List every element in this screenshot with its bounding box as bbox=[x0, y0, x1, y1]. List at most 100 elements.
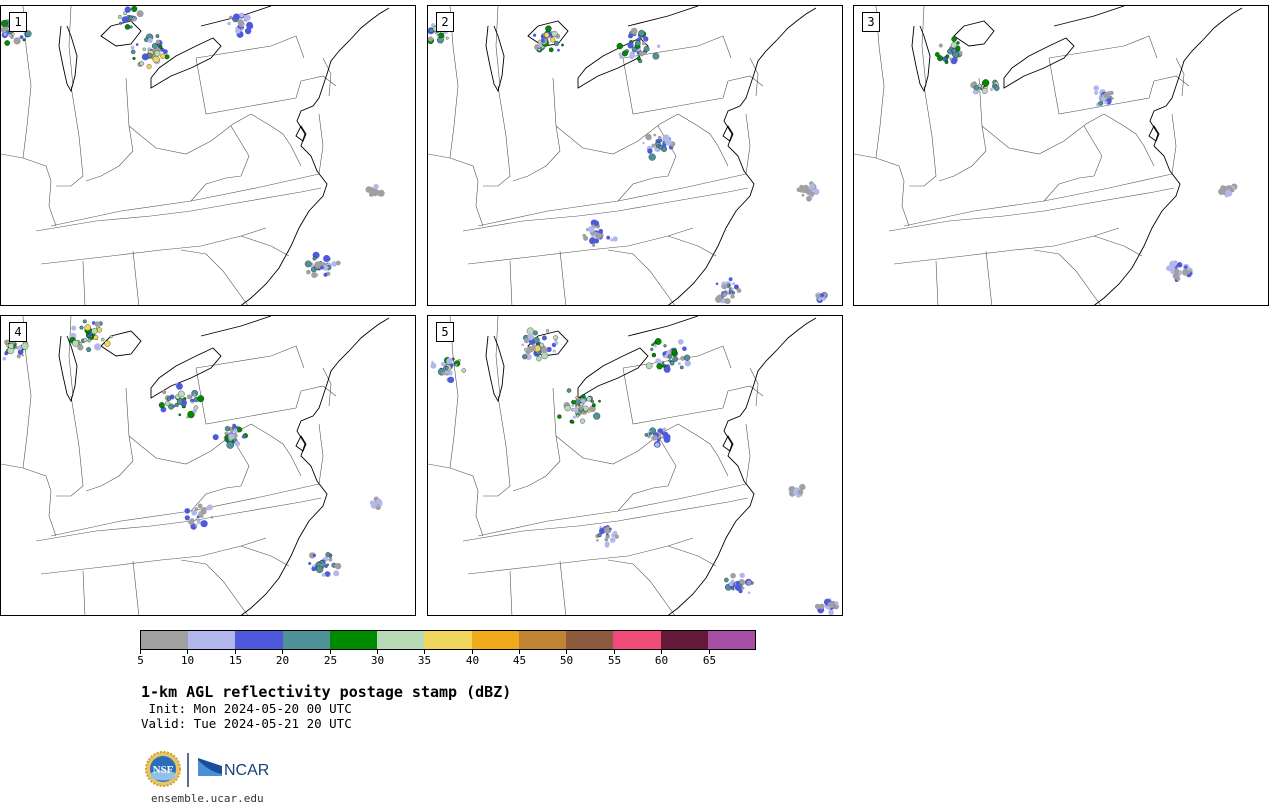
echo-cell bbox=[525, 349, 531, 355]
echo-cell bbox=[176, 398, 184, 405]
coastlines bbox=[911, 6, 1243, 305]
echo-cell bbox=[642, 141, 645, 145]
echo-cell bbox=[541, 38, 545, 43]
echo-cell bbox=[442, 371, 446, 376]
coastline bbox=[58, 25, 78, 93]
state-boundaries bbox=[1, 316, 337, 615]
echo-cell bbox=[684, 360, 691, 367]
echo-cell bbox=[10, 35, 14, 39]
state-border bbox=[509, 570, 513, 615]
state-border bbox=[85, 77, 134, 182]
echo-cell bbox=[579, 405, 584, 410]
echo-cell bbox=[198, 513, 202, 517]
echo-cell bbox=[1226, 189, 1231, 194]
state-border bbox=[512, 387, 561, 492]
echo-cell bbox=[570, 420, 575, 424]
echo-cell bbox=[2, 356, 7, 361]
footer-url[interactable]: ensemble.ucar.edu bbox=[151, 792, 264, 805]
echo-cell bbox=[793, 488, 798, 493]
echo-cell bbox=[806, 195, 812, 202]
echo-cell bbox=[724, 298, 731, 305]
coastline bbox=[749, 7, 817, 87]
ncar-logo-icon: NCAR bbox=[198, 758, 269, 779]
colorbar-tick-label: 20 bbox=[275, 654, 290, 667]
colorbar-segment bbox=[707, 631, 756, 649]
state-border bbox=[132, 560, 140, 615]
coastline bbox=[322, 7, 390, 87]
nsf-logo-icon: NSF bbox=[145, 751, 181, 787]
echo-cell bbox=[628, 33, 633, 39]
echo-cell bbox=[304, 260, 312, 268]
state-border bbox=[428, 153, 484, 227]
echo-cell bbox=[4, 40, 10, 46]
coastline bbox=[485, 335, 505, 403]
echo-cell bbox=[614, 534, 619, 539]
echo-cell bbox=[312, 256, 317, 261]
colorbar-tick-label: 30 bbox=[370, 654, 385, 667]
echo-cell bbox=[129, 25, 133, 29]
echo-cell bbox=[146, 64, 152, 69]
echo-cell bbox=[335, 260, 341, 266]
echo-cell bbox=[814, 603, 821, 610]
echo-cell bbox=[186, 394, 192, 400]
state-border bbox=[909, 85, 937, 187]
coastline bbox=[150, 347, 222, 399]
echo-cell bbox=[311, 272, 318, 278]
colorbar-tick-label: 45 bbox=[512, 654, 527, 667]
echo-cell bbox=[650, 347, 654, 351]
colorbar-segment bbox=[471, 631, 519, 649]
coastline bbox=[953, 20, 995, 47]
echo-cell bbox=[144, 37, 149, 43]
state-border bbox=[195, 35, 305, 59]
echo-cell bbox=[455, 363, 458, 367]
echo-cell bbox=[461, 368, 467, 373]
echo-cell bbox=[458, 359, 461, 362]
echo-cell bbox=[196, 520, 201, 525]
echo-cell bbox=[533, 33, 537, 37]
state-border bbox=[921, 6, 927, 87]
coastline bbox=[627, 6, 699, 27]
echo-cell bbox=[575, 396, 579, 400]
echo-cell bbox=[447, 376, 455, 383]
state-border bbox=[495, 6, 501, 87]
coastline bbox=[627, 316, 699, 337]
state-border bbox=[617, 435, 677, 512]
echo-cell bbox=[609, 537, 616, 543]
state-border bbox=[50, 173, 320, 227]
echo-cell bbox=[119, 21, 123, 25]
echo-cell bbox=[950, 42, 957, 49]
echo-cell bbox=[972, 89, 978, 95]
state-border bbox=[745, 423, 751, 485]
nsf-logo-text: NSF bbox=[153, 764, 174, 776]
echo-cell bbox=[656, 44, 661, 48]
echo-cell bbox=[142, 47, 146, 51]
echo-cell bbox=[19, 35, 24, 39]
reflectivity-cells bbox=[934, 36, 1238, 282]
echo-cell bbox=[731, 291, 735, 295]
echo-cell bbox=[638, 29, 645, 37]
echo-cell bbox=[121, 16, 129, 23]
state-boundaries bbox=[854, 6, 1190, 305]
state-border bbox=[250, 423, 302, 477]
echo-cell bbox=[651, 352, 657, 358]
echo-cell bbox=[3, 32, 7, 36]
echo-cell bbox=[178, 413, 182, 417]
echo-cell bbox=[1104, 100, 1108, 105]
echo-cell bbox=[662, 427, 667, 431]
echo-cell bbox=[93, 335, 99, 340]
colorbar-tick-label: 25 bbox=[323, 654, 338, 667]
echo-cell bbox=[96, 327, 103, 333]
ncar-logo-text: NCAR bbox=[224, 762, 269, 779]
echo-cell bbox=[234, 430, 237, 433]
state-border bbox=[677, 113, 729, 167]
state-border bbox=[190, 125, 250, 202]
echo-cell bbox=[715, 282, 719, 286]
echo-cell bbox=[71, 325, 77, 331]
echo-cell bbox=[555, 341, 559, 345]
echo-cell bbox=[224, 426, 231, 432]
echo-cell bbox=[139, 61, 145, 66]
echo-cell bbox=[321, 573, 326, 577]
colorbar-segment bbox=[518, 631, 567, 649]
echo-cell bbox=[809, 191, 815, 197]
echo-cell bbox=[189, 518, 195, 524]
